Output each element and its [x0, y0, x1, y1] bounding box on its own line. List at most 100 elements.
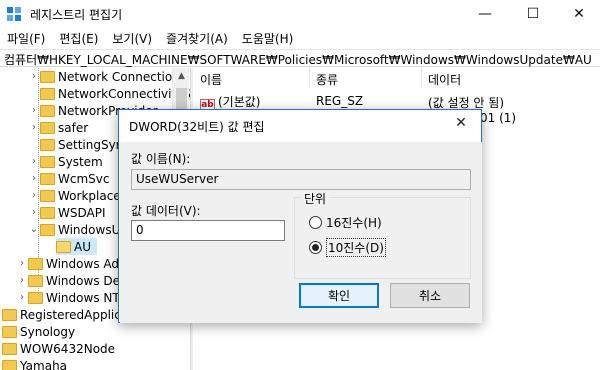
expand-chevron-icon[interactable]: ›: [16, 258, 28, 269]
folder-icon: [40, 172, 55, 185]
folder-icon: [40, 206, 55, 219]
folder-open-icon: [40, 223, 55, 236]
value-name-label: 값 이름(N):: [131, 152, 191, 166]
expand-chevron-icon[interactable]: ›: [28, 122, 40, 133]
close-icon: ✕: [455, 115, 467, 131]
tree-item-label: Network Connections: [58, 69, 187, 84]
folder-icon: [28, 291, 43, 304]
value-data-label: 값 데이터(V):: [131, 204, 201, 218]
hex-radio-label: 16진수(H): [326, 216, 382, 230]
expand-chevron-icon[interactable]: ›: [16, 292, 28, 303]
menu-edit[interactable]: 편집(E): [52, 28, 105, 48]
expand-chevron-icon[interactable]: ›: [28, 156, 40, 167]
tree-item[interactable]: Synology: [2, 323, 75, 340]
menu-favorites[interactable]: 즐겨찾기(A): [159, 28, 235, 48]
tree-item[interactable]: › WorkplaceJ: [28, 187, 124, 204]
folder-icon: [40, 121, 55, 134]
tree-item[interactable]: › WSDAPI: [28, 204, 106, 221]
tree-item-label: Windows NT: [46, 290, 120, 305]
tree-item-label: Synology: [20, 324, 76, 339]
address-path[interactable]: 컴퓨터₩HKEY_LOCAL_MACHINE₩SOFTWARE₩Policies…: [4, 51, 592, 68]
folder-icon: [2, 325, 17, 338]
menu-help[interactable]: 도움말(H): [235, 28, 301, 48]
column-header-data[interactable]: 데이터: [422, 68, 600, 88]
tree-item-label: AU: [74, 239, 91, 254]
folder-icon: [40, 87, 55, 100]
menu-file[interactable]: 파일(F): [0, 28, 52, 48]
tree-item[interactable]: SettingSync: [40, 136, 130, 153]
registry-editor-icon: [7, 7, 21, 21]
folder-icon: [40, 70, 55, 83]
tree-item[interactable]: › System: [28, 153, 103, 170]
value-data: 01 (1): [480, 111, 517, 125]
expand-chevron-icon[interactable]: ›: [28, 190, 40, 201]
edit-dword-dialog: DWORD(32비트) 값 편집 ✕ 값 이름(N): UseWUServer …: [118, 109, 482, 323]
folder-icon: [28, 274, 43, 287]
minimize-button[interactable]: —: [462, 0, 508, 28]
expand-chevron-icon[interactable]: ›: [16, 275, 28, 286]
tree-item-label: safer: [58, 120, 89, 135]
folder-icon: [40, 104, 55, 117]
window-title: 레지스트리 편집기: [30, 8, 123, 22]
tree-item[interactable]: › WcmSvc: [28, 170, 109, 187]
tree-item[interactable]: › Windows Defe: [16, 272, 132, 289]
value-type: REG_SZ: [316, 94, 364, 108]
maximize-icon: ☐: [526, 6, 540, 22]
tree-item[interactable]: › Network Connections: [28, 68, 186, 85]
dialog-close-button[interactable]: ✕: [449, 112, 473, 134]
radio-unchecked-icon[interactable]: [309, 216, 322, 229]
tree-item-label: System: [58, 154, 103, 169]
address-bar[interactable]: 컴퓨터₩HKEY_LOCAL_MACHINE₩SOFTWARE₩Policies…: [0, 49, 600, 67]
tree-item-label: WorkplaceJ: [58, 188, 125, 203]
tree-item[interactable]: › Windows Adv: [16, 255, 126, 272]
folder-icon: [40, 138, 55, 151]
value-data-field[interactable]: 0: [131, 220, 285, 241]
column-header-name[interactable]: 이름: [194, 68, 310, 88]
tree-item[interactable]: Yamaha: [2, 357, 67, 370]
tree-item[interactable]: WOW6432Node: [2, 340, 115, 357]
value-name: (기본값): [218, 95, 261, 109]
scroll-up-arrow-icon[interactable]: ▲: [173, 68, 190, 85]
base-groupbox: 단위 16진수(H) 10진수(D): [294, 190, 471, 279]
tree-item-label: WcmSvc: [58, 171, 110, 186]
folder-icon: [56, 240, 71, 253]
expand-chevron-icon[interactable]: ›: [28, 173, 40, 184]
decimal-radio-label: 10진수(D): [326, 238, 386, 257]
folder-icon: [40, 155, 55, 168]
title-bar: 레지스트리 편집기 — ☐ ✕: [0, 0, 600, 28]
folder-icon: [28, 257, 43, 270]
radio-checked-icon[interactable]: [309, 241, 322, 254]
folder-icon: [2, 342, 17, 355]
tree-item[interactable]: ⌄ WindowsUp: [28, 221, 128, 238]
ok-button[interactable]: 확인: [299, 283, 379, 308]
tree-item-label: Windows Adv: [46, 256, 127, 271]
maximize-button[interactable]: ☐: [510, 0, 556, 28]
close-button[interactable]: ✕: [556, 0, 600, 28]
tree-item-label: WOW6432Node: [20, 341, 116, 356]
minimize-icon: —: [478, 6, 492, 22]
base-group-label: 단위: [301, 190, 330, 207]
cancel-button[interactable]: 취소: [390, 283, 470, 308]
expand-chevron-icon[interactable]: ›: [28, 71, 40, 82]
tree-item[interactable]: › Windows NT: [16, 289, 120, 306]
folder-icon: [2, 308, 17, 321]
tree-item-label: WSDAPI: [58, 205, 106, 220]
tree-item-label: Yamaha: [20, 358, 68, 370]
menu-bar: 파일(F) 편집(E) 보기(V) 즐겨찾기(A) 도움말(H): [0, 28, 600, 48]
folder-icon: [40, 189, 55, 202]
expand-chevron-icon[interactable]: ›: [28, 105, 40, 116]
tree-item-label: NetworkConnectivityS: [58, 86, 190, 101]
hex-radio[interactable]: 16진수(H): [309, 214, 382, 231]
tree-item[interactable]: NetworkConnectivityS: [40, 85, 190, 102]
collapse-chevron-icon[interactable]: ⌄: [28, 224, 40, 235]
decimal-radio[interactable]: 10진수(D): [309, 238, 386, 257]
column-header-type[interactable]: 종류: [310, 68, 422, 88]
menu-view[interactable]: 보기(V): [105, 28, 159, 48]
tree-item-selected[interactable]: AU: [56, 238, 97, 255]
dialog-title: DWORD(32비트) 값 편집: [129, 120, 265, 134]
dialog-body: 값 이름(N): UseWUServer 값 데이터(V): 0 단위 16진수…: [120, 142, 482, 323]
expand-chevron-icon[interactable]: ›: [28, 207, 40, 218]
tree-item[interactable]: › safer: [28, 119, 88, 136]
close-icon: ✕: [573, 6, 585, 22]
value-name-field: UseWUServer: [131, 169, 471, 190]
